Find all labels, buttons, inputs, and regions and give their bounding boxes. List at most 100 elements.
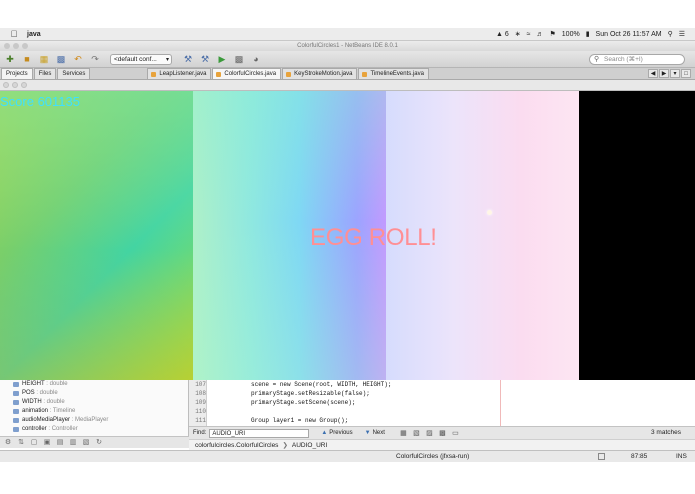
run-icon[interactable]: ▶ (215, 53, 229, 65)
flag-icon[interactable]: ⚑ (550, 31, 556, 38)
battery-icon: ▮ (585, 31, 590, 38)
wrap-around-icon[interactable]: ▭ (451, 429, 460, 438)
notification-icon[interactable]: ☰ (679, 31, 685, 38)
open-project-icon[interactable]: ▦ (37, 53, 51, 65)
show-inherited-icon[interactable]: ▤ (55, 439, 65, 447)
breadcrumb-class[interactable]: colorfulcircles.ColorfulCircles (195, 442, 278, 449)
collapse-icon[interactable]: ▧ (81, 439, 91, 447)
highlight-results-icon[interactable]: ▩ (438, 429, 447, 438)
navigator-item[interactable]: audioMediaPlayer : MediaPlayer (0, 416, 188, 425)
game-zoom-button[interactable] (21, 82, 27, 88)
tab-scroll-left-icon[interactable]: ◀ (648, 69, 658, 78)
maximize-editor-icon[interactable]: □ (681, 69, 691, 78)
minimize-window-button[interactable] (13, 43, 19, 49)
wifi-icon[interactable]: ≈ (527, 31, 531, 38)
app-name-menu[interactable]: java (27, 31, 41, 38)
java-file-icon (216, 72, 222, 77)
insert-mode: INS (676, 453, 687, 460)
regex-icon[interactable]: ▨ (425, 429, 434, 438)
previous-icon: ▲ (321, 430, 328, 436)
color-panel-1 (0, 91, 193, 380)
cursor-position: 87:85 (631, 453, 648, 460)
editor-tab-keystrokemotion[interactable]: KeyStrokeMotion.java (282, 68, 358, 79)
code-editor[interactable]: 107 scene = new Scene(root, WIDTH, HEIGHT… (189, 380, 695, 426)
field-icon (13, 427, 19, 432)
find-next-button[interactable]: ▼ Next (365, 430, 385, 436)
tab-navigation: ◀ ▶ ▾ □ (648, 69, 691, 78)
breadcrumb: colorfulcircles.ColorfulCircles ❯ AUDIO_UR… (189, 439, 695, 450)
zoom-window-button[interactable] (22, 43, 28, 49)
egg-roll-banner: EGG ROLL! (310, 224, 437, 251)
window-title: ColorfulCircles1 - NetBeans IDE 8.0.1 (297, 43, 398, 49)
code-line: 109 primaryStage.setScene(scene); (195, 399, 356, 406)
find-bar: Find: AUDIO_URI ▲ Previous ▼ Next ▦ ▧ ▨ ▩ … (189, 426, 695, 439)
ide-title-bar: ColorfulCircles1 - NetBeans IDE 8.0.1 (0, 41, 695, 51)
tab-files[interactable]: Files (33, 68, 57, 79)
volume-icon[interactable]: ♬ (537, 31, 544, 38)
filter-icon[interactable]: ⚙ (3, 439, 13, 447)
tab-list-icon[interactable]: ▾ (670, 69, 680, 78)
game-window-title-bar (0, 80, 695, 91)
clock[interactable]: Sun Oct 26 11:57 AM (596, 31, 662, 38)
build-hammer-icon[interactable]: ⚒ (181, 53, 195, 65)
breadcrumb-field[interactable]: AUDIO_URI (292, 442, 327, 449)
find-previous-button[interactable]: ▲ Previous (321, 430, 352, 436)
sort-icon[interactable]: ⇅ (16, 439, 26, 447)
game-minimize-button[interactable] (12, 82, 18, 88)
game-canvas[interactable]: Score 601135 EGG ROLL! (0, 91, 695, 380)
show-static-icon[interactable]: ▣ (42, 439, 52, 447)
spotlight-icon[interactable]: ⚲ (668, 31, 673, 38)
show-fields-icon[interactable]: ▢ (29, 439, 39, 447)
navigator-item[interactable]: animation : Timeline (0, 407, 188, 416)
chevron-down-icon: ▾ (165, 56, 169, 63)
field-icon (13, 400, 19, 405)
score-label: Score 601135 (0, 94, 80, 109)
new-project-icon[interactable]: ■ (20, 53, 34, 65)
configuration-select[interactable]: <default conf... ▾ (110, 53, 172, 65)
navigator-item[interactable]: controller : Controller (0, 425, 188, 434)
close-window-button[interactable] (4, 43, 10, 49)
undo-icon[interactable]: ↶ (71, 53, 85, 65)
shield-icon: ▲ (495, 31, 503, 38)
save-all-icon[interactable]: ▩ (54, 53, 68, 65)
bluetooth-icon[interactable]: ∗ (515, 31, 521, 38)
find-input[interactable]: AUDIO_URI (209, 428, 310, 438)
apple-icon[interactable]:  (9, 29, 19, 39)
expand-icon[interactable]: ▥ (68, 439, 78, 447)
search-icon: ⚲ (594, 56, 600, 63)
color-panel-4 (579, 91, 695, 380)
tab-scroll-right-icon[interactable]: ▶ (659, 69, 669, 78)
new-file-icon[interactable]: ✚ (3, 53, 17, 65)
ide-toolbar: ✚ ■ ▦ ▩ ↶ ↷ <default conf... ▾ ⚒ ⚒ ▶ ▩ ◕… (0, 51, 695, 68)
navigator-item[interactable]: WIDTH : double (0, 398, 188, 407)
battery-percent[interactable]: 100% (562, 31, 580, 38)
profile-icon[interactable]: ◕ (249, 53, 263, 65)
game-close-button[interactable] (3, 82, 9, 88)
refresh-icon[interactable]: ↻ (94, 439, 104, 447)
debug-icon[interactable]: ▩ (232, 53, 246, 65)
redo-icon[interactable]: ↷ (88, 53, 102, 65)
ide-search-box[interactable]: ⚲ Search (⌘+I) (589, 54, 685, 65)
tab-row: Projects Files Services LeapListener.jav… (0, 68, 695, 80)
window-controls (4, 43, 28, 49)
running-project[interactable]: ColorfulCircles (jfxsa-run) (396, 451, 469, 463)
navigator-panel: HEIGHT : double POS : double WIDTH : dou… (0, 380, 189, 436)
clean-build-icon[interactable]: ⚒ (198, 53, 212, 65)
navigator-item[interactable]: HEIGHT : double (0, 380, 188, 389)
navigator-item[interactable]: POS : double (0, 389, 188, 398)
field-icon (13, 409, 19, 414)
tab-services[interactable]: Services (57, 68, 91, 79)
status-indicator[interactable]: ▲ 6 (496, 31, 509, 38)
editor-tab-leaplistener[interactable]: LeapListener.java (147, 68, 212, 79)
find-label: Find: (193, 430, 207, 436)
code-line: 111 Group layer1 = new Group(); (195, 417, 349, 424)
navigator-toolbar: ⚙ ⇅ ▢ ▣ ▤ ▥ ▧ ↻ (0, 436, 189, 448)
editor-tab-colorfulcircles[interactable]: ColorfulCircles.java (212, 68, 282, 79)
whole-words-icon[interactable]: ▧ (412, 429, 421, 438)
tab-projects[interactable]: Projects (1, 68, 33, 79)
editor-tab-timelineevents[interactable]: TimelineEvents.java (358, 68, 429, 79)
status-bar: ColorfulCircles (jfxsa-run) 87:85 INS (0, 450, 695, 462)
mac-menu-bar:  java ▲6 ∗ ≈ ♬ ⚑ 100% ▮ Sun Oct 26 11:5… (0, 28, 695, 41)
match-case-icon[interactable]: ▦ (399, 429, 408, 438)
progress-indicator[interactable] (598, 453, 605, 460)
